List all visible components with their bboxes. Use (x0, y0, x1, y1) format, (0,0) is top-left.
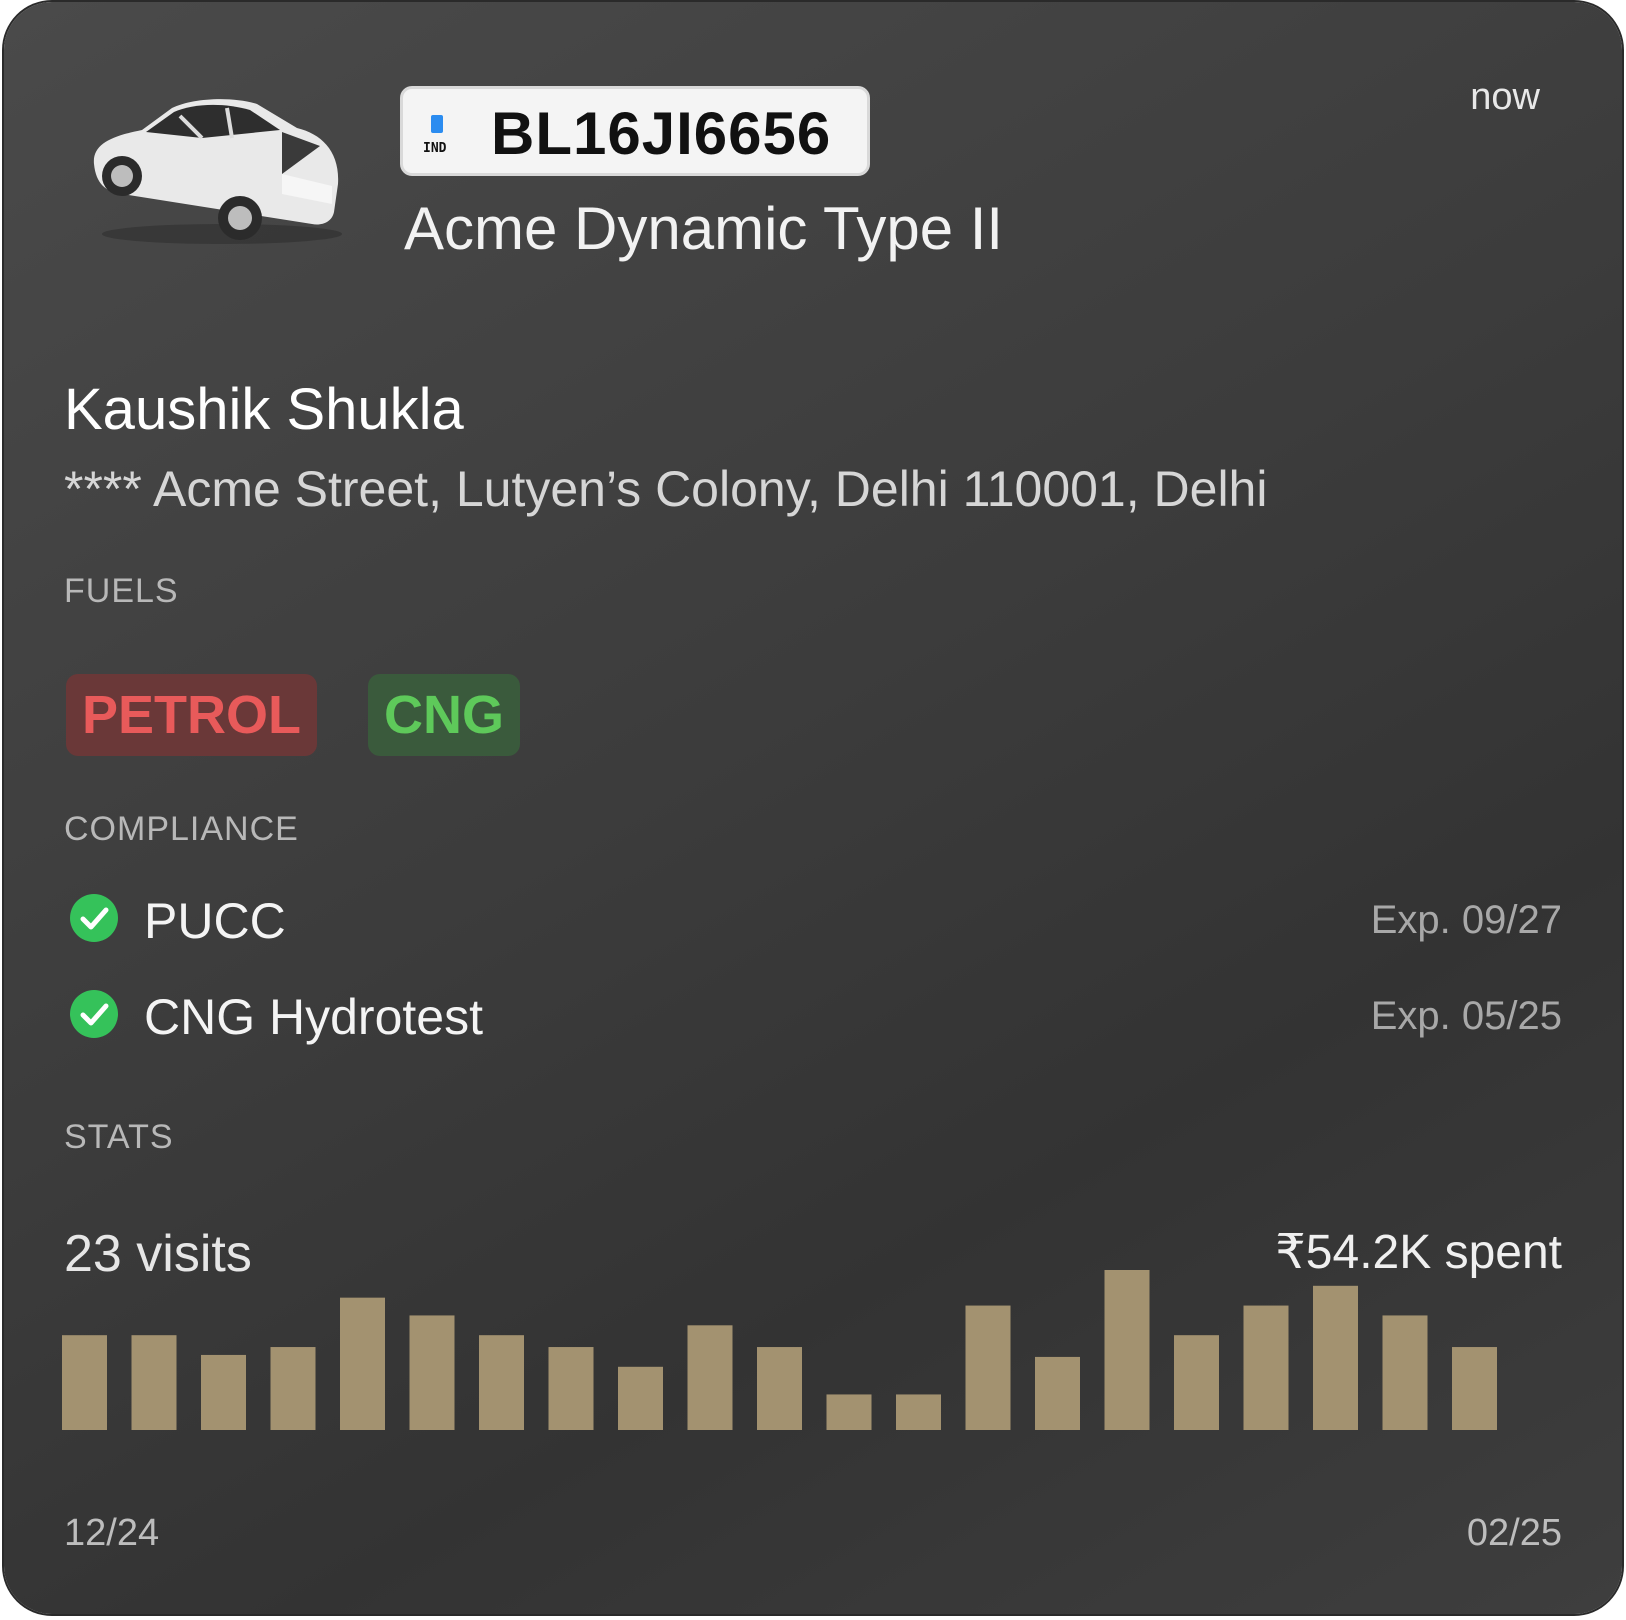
fuels-label: FUELS (64, 572, 179, 610)
compliance-row: PUCC Exp. 09/27 (66, 888, 1562, 949)
owner-address: **** Acme Street, Lutyen’s Colony, Delhi… (64, 461, 1268, 517)
chart-bar (1174, 1335, 1219, 1430)
chart-bar (618, 1366, 663, 1430)
chart-bar (409, 1315, 455, 1430)
compliance-row: CNG Hydrotest Exp. 05/25 (66, 984, 1562, 1045)
compliance-name: PUCC (144, 893, 286, 949)
check-circle-icon (70, 894, 118, 942)
plate-number: BL16JI6656 (491, 100, 832, 167)
compliance-expiry: Exp. 05/25 (1370, 994, 1562, 1038)
owner-name: Kaushik Shukla (64, 377, 464, 442)
chart-bar (896, 1394, 941, 1430)
plate-country: IND (423, 141, 447, 156)
timestamp: now (1470, 76, 1540, 118)
chart-bar (1452, 1347, 1497, 1430)
vehicle-model: Acme Dynamic Type II (404, 195, 1004, 262)
chart-bar (1382, 1315, 1428, 1430)
amount-spent: ₹54.2K spent (1275, 1226, 1562, 1279)
chart-bar (965, 1305, 1011, 1430)
flag-icon (431, 115, 443, 133)
chart-bar (826, 1394, 872, 1430)
vehicle-card[interactable]: IND BL16JI6656 Acme Dynamic Type II now … (4, 2, 1622, 1614)
car-icon (93, 99, 342, 244)
chart-bar (548, 1347, 594, 1430)
stats-label: STATS (64, 1118, 174, 1156)
chart-end-label: 02/25 (1466, 1512, 1562, 1554)
chart-start-label: 12/24 (64, 1512, 160, 1554)
chart-bar (757, 1347, 802, 1430)
chart-bar (1243, 1305, 1289, 1430)
chart-bar (270, 1347, 316, 1430)
check-circle-icon (70, 990, 118, 1038)
chart-bar (201, 1354, 246, 1430)
visits-count: 23 visits (64, 1225, 252, 1283)
chart-bar (1313, 1285, 1358, 1430)
compliance-label: COMPLIANCE (64, 810, 299, 848)
chart-bar (1104, 1270, 1150, 1430)
chart-bar (62, 1335, 107, 1430)
chart-bar (131, 1335, 177, 1430)
chart-bar (1035, 1356, 1080, 1430)
fuel-chip-cng: CNG (368, 674, 520, 756)
compliance-name: CNG Hydrotest (144, 989, 483, 1045)
chart-bar (340, 1297, 385, 1430)
license-plate: IND BL16JI6656 (400, 86, 870, 176)
chart-bar (687, 1325, 733, 1430)
fuel-chip-petrol: PETROL (66, 674, 318, 756)
compliance-expiry: Exp. 09/27 (1370, 898, 1562, 942)
chart-bar (479, 1335, 524, 1430)
